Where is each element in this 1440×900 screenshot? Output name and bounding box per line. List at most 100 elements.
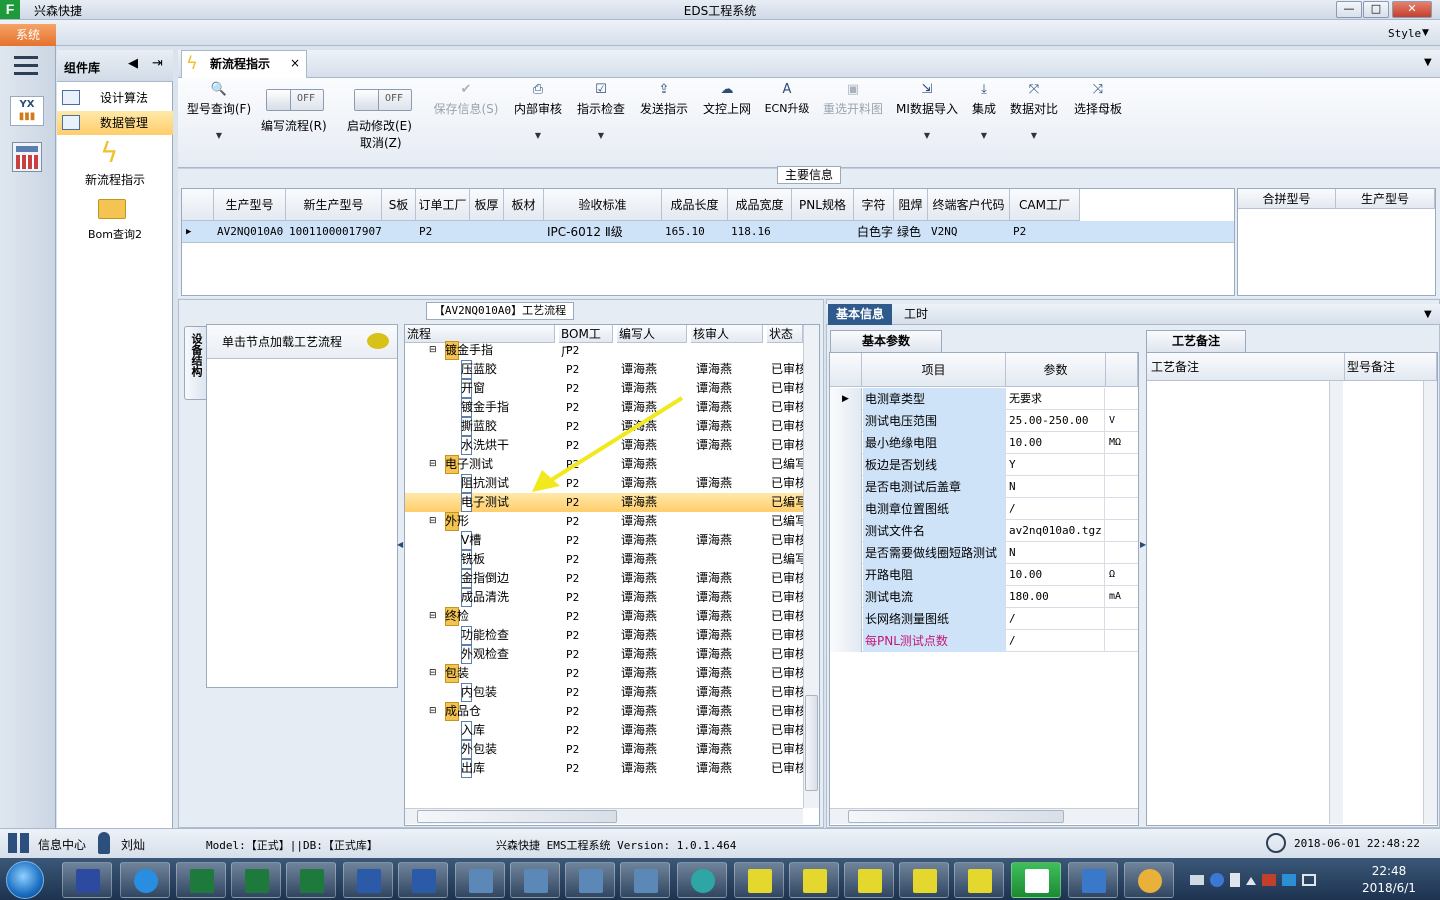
panel-dropdown-icon[interactable]: ▼	[1424, 309, 1432, 320]
flag-icon[interactable]	[1282, 874, 1296, 886]
tree-row[interactable]: 外包装 P2 谭海燕 谭海燕 已审核	[405, 740, 803, 759]
yx-module-icon[interactable]: YX ▮▮▮	[10, 96, 44, 126]
tab-basic-params[interactable]: 基本参数	[830, 330, 942, 352]
tab-basic-info[interactable]: 基本信息	[828, 304, 893, 325]
param-value[interactable]: /	[1007, 608, 1105, 630]
col-header-main-10[interactable]: 字符	[854, 189, 894, 221]
param-value[interactable]: 25.00-250.00	[1007, 410, 1105, 432]
tree-row[interactable]: 铣板 P2 谭海燕 已编写	[405, 550, 803, 569]
collapse-left-icon[interactable]: ◀	[128, 56, 138, 71]
taskbar-viewer-app[interactable]	[677, 862, 727, 898]
col-header-main-2[interactable]: S板	[382, 189, 416, 221]
col-header-main-5[interactable]: 板材	[504, 189, 544, 221]
table-row[interactable]: 长网络测量图纸 /	[830, 608, 1138, 630]
indicator-check-button[interactable]: ☑ 指示检查 ▼	[575, 82, 627, 140]
save-info-button[interactable]: ✔ 保存信息(S)	[430, 82, 502, 117]
col-header-main-4[interactable]: 板厚	[470, 189, 504, 221]
collapse-icon[interactable]: ⊟	[429, 607, 441, 626]
table-row[interactable]: 电测章位置图纸 /	[830, 498, 1138, 520]
start-button[interactable]	[6, 861, 44, 899]
calculator-icon[interactable]	[12, 142, 42, 172]
start-modify-toggle[interactable]: OFF	[354, 89, 412, 111]
reselect-material-button[interactable]: ▣ 重选开料图	[820, 82, 886, 117]
collapse-icon[interactable]: ⊟	[429, 341, 441, 360]
taskbar-app-x1[interactable]	[734, 862, 784, 898]
info-center-link[interactable]: 信息中心	[38, 836, 86, 853]
mic-icon[interactable]	[1230, 873, 1240, 887]
collapse-icon[interactable]: ⊟	[429, 702, 441, 721]
col-header-combined-model[interactable]: 合拼型号	[1238, 189, 1336, 209]
basic-params-hscroll[interactable]	[830, 808, 1138, 824]
model-query-button[interactable]: 🔍 型号查询(F) ▼	[184, 82, 254, 140]
network-icon[interactable]	[1262, 874, 1276, 886]
param-value[interactable]: 10.00	[1007, 564, 1105, 586]
col-header-main-3[interactable]: 订单工厂	[416, 189, 470, 221]
table-row[interactable]: 是否需要做线圈短路测试 N	[830, 542, 1138, 564]
tree-row[interactable]: 外观检查 P2 谭海燕 谭海燕 已审核	[405, 645, 803, 664]
maximize-button[interactable]: □	[1363, 1, 1389, 18]
process-note-vscroll[interactable]	[1329, 381, 1343, 824]
param-value[interactable]: 10.00	[1007, 432, 1105, 454]
tab-work-hours[interactable]: 工时	[896, 304, 936, 325]
col-header-item[interactable]: 项目	[862, 353, 1006, 387]
integrate-button[interactable]: ⤓ 集成 ▼	[966, 82, 1002, 140]
tree-row[interactable]: 金指倒边 P2 谭海燕 谭海燕 已审核	[405, 569, 803, 588]
close-button[interactable]: ✕	[1392, 1, 1432, 18]
taskbar-excel-2[interactable]	[231, 862, 281, 898]
table-row[interactable]: 是否电测试后盖章 N	[830, 476, 1138, 498]
col-header-process-note[interactable]: 工艺备注	[1147, 353, 1345, 381]
taskbar-time[interactable]: 22:48	[1360, 864, 1418, 878]
table-row[interactable]: 开路电阻 10.00 Ω	[830, 564, 1138, 586]
taskbar-app-x4[interactable]	[899, 862, 949, 898]
taskbar-window-3[interactable]	[565, 862, 615, 898]
edit-flow-toggle[interactable]: OFF	[266, 89, 324, 111]
taskbar-excel-3[interactable]	[286, 862, 336, 898]
select-master-button[interactable]: ⤨ 选择母板	[1070, 82, 1126, 117]
table-row[interactable]: 最小绝缘电阻 10.00 MΩ	[830, 432, 1138, 454]
tree-row[interactable]: 出库 P2 谭海燕 谭海燕 已审核	[405, 759, 803, 778]
taskbar-window-4[interactable]	[620, 862, 670, 898]
table-row[interactable]: 测试电压范围 25.00-250.00 V	[830, 410, 1138, 432]
col-header-main-11[interactable]: 阻焊	[894, 189, 928, 221]
help-icon[interactable]	[1210, 873, 1224, 887]
col-header-main-12[interactable]: 终端客户代码	[928, 189, 1010, 221]
tree-row[interactable]: V槽 P2 谭海燕 谭海燕 已审核	[405, 531, 803, 550]
sidebar-item-bom[interactable]: Bom查询2	[57, 226, 173, 242]
table-row[interactable]: 测试电流 180.00 mA	[830, 586, 1138, 608]
table-row[interactable]: 测试文件名 av2nq010a0.tgz	[830, 520, 1138, 542]
internal-review-button[interactable]: ⎙ 内部审核 ▼	[512, 82, 564, 140]
taskbar-window-1[interactable]	[455, 862, 505, 898]
taskbar-date[interactable]: 2018/6/1	[1352, 881, 1426, 895]
table-row[interactable]: ▶ AV2NQ010A0 10011000017907 P2 IPC-6012 Ⅱ级 16…	[182, 221, 1234, 243]
tree-row[interactable]: 镀金手指 ⊟ P2	[405, 341, 803, 360]
taskbar-app-x5[interactable]	[954, 862, 1004, 898]
col-header-main-9[interactable]: PNL规格	[792, 189, 854, 221]
keyboard-icon[interactable]	[1190, 875, 1204, 885]
param-value[interactable]: N	[1007, 476, 1105, 498]
taskbar-app-x2[interactable]	[789, 862, 839, 898]
tab-close-icon[interactable]: ×	[290, 56, 300, 70]
tree-row[interactable]: 包装 ⊟ P2 谭海燕 谭海燕 已审核	[405, 664, 803, 683]
send-indicator-button[interactable]: ⇪ 发送指示	[638, 82, 690, 117]
process-tree-hscroll[interactable]	[405, 808, 803, 824]
mi-import-button[interactable]: ⇲ MI数据导入 ▼	[894, 82, 960, 140]
taskbar-save-app[interactable]	[62, 862, 112, 898]
device-structure-tab[interactable]: 设备结构	[184, 326, 206, 400]
col-header-production-model[interactable]: 生产型号	[1336, 189, 1435, 209]
display-icon[interactable]	[1302, 874, 1316, 886]
minimize-button[interactable]: —	[1336, 1, 1362, 18]
param-value[interactable]: av2nq010a0.tgz	[1007, 520, 1105, 542]
col-header-model-note[interactable]: 型号备注	[1345, 353, 1437, 381]
tree-row[interactable]: 入库 P2 谭海燕 谭海燕 已审核	[405, 721, 803, 740]
style-dropdown-icon[interactable]: ▼	[1422, 28, 1429, 38]
scroll-thumb[interactable]	[417, 810, 617, 823]
pin-icon[interactable]: ⇥	[152, 56, 163, 71]
taskbar-eds-app[interactable]	[1011, 862, 1061, 898]
tree-row[interactable]: 终检 ⊟ P2 谭海燕 谭海燕 已审核	[405, 607, 803, 626]
doc-upload-button[interactable]: ☁ 文控上网	[701, 82, 753, 117]
menu-icon[interactable]	[14, 56, 38, 75]
scroll-thumb[interactable]	[805, 695, 818, 791]
tree-row[interactable]: 内包装 P2 谭海燕 谭海燕 已审核	[405, 683, 803, 702]
tree-row[interactable]: 外形 ⊟ P2 谭海燕 已编写	[405, 512, 803, 531]
tree-row[interactable]: 压蓝胶 P2 谭海燕 谭海燕 已审核	[405, 360, 803, 379]
